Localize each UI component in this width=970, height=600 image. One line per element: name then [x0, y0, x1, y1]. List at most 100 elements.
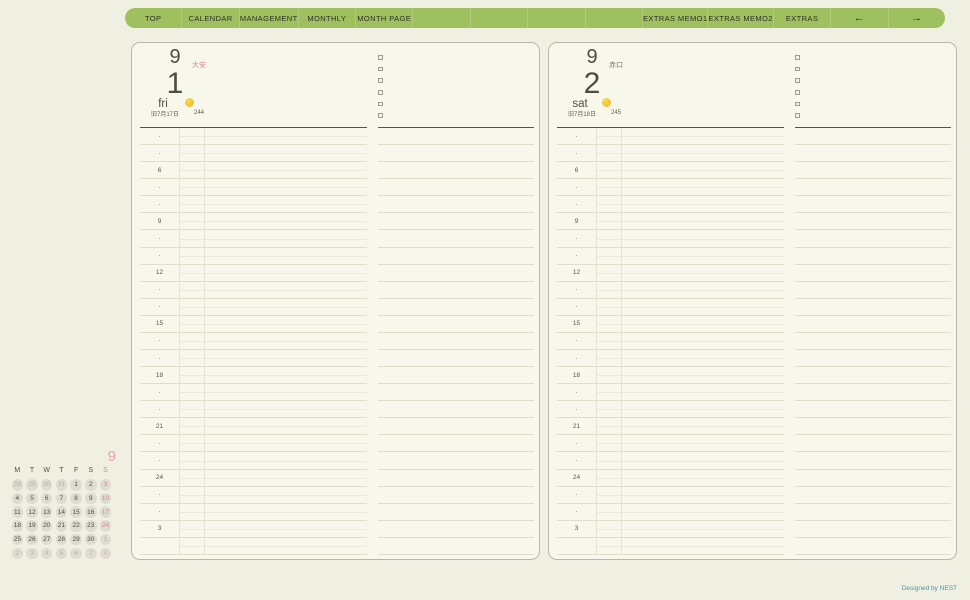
time-slot-row[interactable]: · — [140, 248, 367, 265]
note-line[interactable] — [378, 384, 534, 402]
calendar-day[interactable]: 11 — [11, 506, 24, 518]
nav-item-top[interactable]: TOP — [125, 8, 183, 28]
note-line[interactable] — [378, 299, 534, 316]
calendar-day[interactable]: 14 — [55, 506, 68, 518]
calendar-day[interactable]: 25 — [11, 533, 24, 546]
calendar-day[interactable]: 9 — [85, 492, 97, 505]
time-slot-row[interactable]: 9 — [140, 213, 367, 231]
note-line[interactable] — [795, 367, 951, 385]
note-line[interactable] — [795, 418, 951, 436]
time-slot-row[interactable]: · — [557, 248, 784, 265]
time-slot-row[interactable]: · — [140, 504, 367, 521]
time-slot-row[interactable]: · — [557, 179, 784, 197]
calendar-day[interactable]: 27 — [40, 533, 53, 546]
time-slot-row[interactable]: · — [557, 452, 784, 470]
note-line[interactable] — [795, 401, 951, 419]
time-slot-row[interactable]: · — [557, 435, 784, 453]
calendar-day[interactable]: 1 — [99, 533, 112, 546]
note-line[interactable] — [795, 487, 951, 504]
nav-arrow-next[interactable]: → — [889, 8, 945, 28]
time-slot-row[interactable]: 6 — [140, 162, 367, 180]
todo-checkbox[interactable] — [795, 101, 800, 107]
note-line[interactable] — [795, 333, 951, 351]
time-slot-row[interactable]: 24 — [557, 470, 784, 487]
time-slot-row[interactable]: · — [140, 452, 367, 470]
todo-checkbox[interactable] — [378, 90, 383, 95]
note-line[interactable] — [378, 248, 534, 265]
note-line[interactable] — [795, 248, 951, 265]
note-line[interactable] — [378, 538, 534, 555]
nav-item-extras[interactable]: EXTRAS — [774, 8, 832, 28]
time-slot-row[interactable]: · — [140, 179, 367, 197]
note-line[interactable] — [378, 333, 534, 351]
time-slot-row[interactable]: · — [140, 487, 367, 504]
time-slot-row[interactable]: · — [557, 230, 784, 248]
todo-checkbox[interactable] — [795, 113, 800, 118]
todo-checkbox[interactable] — [378, 113, 383, 118]
note-line[interactable] — [795, 282, 951, 299]
note-line[interactable] — [378, 350, 534, 368]
nav-item-monthly[interactable]: MONTHLY — [299, 8, 356, 28]
note-line[interactable] — [795, 435, 951, 453]
note-line[interactable] — [378, 487, 534, 504]
time-slot-row[interactable]: · — [557, 282, 784, 299]
note-line[interactable] — [378, 316, 534, 333]
calendar-day[interactable]: 18 — [11, 520, 24, 532]
note-line[interactable] — [795, 299, 951, 316]
calendar-day[interactable]: 29 — [70, 533, 82, 546]
calendar-day[interactable]: 31 — [55, 479, 68, 491]
calendar-day[interactable]: 28 — [55, 533, 68, 546]
calendar-day[interactable]: 5 — [26, 492, 38, 505]
note-line[interactable] — [378, 162, 534, 180]
calendar-day[interactable]: 8 — [99, 547, 112, 560]
calendar-day[interactable]: 15 — [70, 506, 82, 518]
note-line[interactable] — [378, 128, 534, 146]
note-line[interactable] — [378, 213, 534, 231]
time-slot-row[interactable]: · — [140, 128, 367, 146]
calendar-day[interactable]: 20 — [40, 520, 53, 532]
time-slot-row[interactable]: · — [557, 145, 784, 163]
note-line[interactable] — [795, 128, 951, 146]
time-slot-row[interactable]: 6 — [557, 162, 784, 180]
time-slot-row[interactable]: · — [557, 487, 784, 504]
note-line[interactable] — [378, 470, 534, 487]
time-slot-row[interactable]: 3 — [557, 521, 784, 538]
calendar-day[interactable]: 5 — [55, 547, 68, 560]
calendar-day[interactable]: 30 — [85, 533, 97, 546]
todo-checkbox[interactable] — [795, 78, 800, 83]
note-line[interactable] — [378, 452, 534, 470]
note-line[interactable] — [795, 196, 951, 214]
calendar-day[interactable]: 3 — [99, 479, 112, 491]
time-slot-row[interactable]: · — [140, 299, 367, 316]
note-line[interactable] — [378, 521, 534, 538]
note-line[interactable] — [795, 452, 951, 470]
note-line[interactable] — [378, 401, 534, 419]
note-line[interactable] — [378, 179, 534, 197]
calendar-day[interactable]: 7 — [85, 547, 97, 560]
time-slot-row[interactable]: · — [557, 333, 784, 351]
time-slot-row[interactable]: · — [557, 401, 784, 419]
calendar-day[interactable]: 30 — [40, 479, 53, 491]
note-line[interactable] — [795, 504, 951, 521]
time-slot-row[interactable]: 15 — [557, 316, 784, 333]
note-line[interactable] — [795, 162, 951, 180]
nav-item-extras-memo2[interactable]: EXTRAS MEMO2 — [708, 8, 774, 28]
calendar-day[interactable]: 19 — [26, 520, 38, 532]
calendar-day[interactable]: 1 — [70, 479, 82, 491]
calendar-day[interactable]: 2 — [85, 479, 97, 491]
calendar-day[interactable]: 4 — [11, 492, 24, 505]
time-slot-row[interactable]: · — [140, 333, 367, 351]
time-slot-row[interactable]: 21 — [557, 418, 784, 436]
calendar-day[interactable]: 7 — [55, 492, 68, 505]
time-slot-row[interactable]: · — [140, 282, 367, 299]
time-slot-row[interactable]: · — [557, 384, 784, 402]
note-line[interactable] — [378, 230, 534, 248]
note-line[interactable] — [378, 145, 534, 163]
calendar-day[interactable]: 6 — [70, 547, 82, 560]
todo-checkbox[interactable] — [795, 55, 800, 60]
note-line[interactable] — [795, 384, 951, 402]
time-slot-row[interactable]: · — [140, 145, 367, 163]
nav-item-management[interactable]: MANAGEMENT — [240, 8, 299, 28]
note-line[interactable] — [378, 367, 534, 385]
note-line[interactable] — [795, 316, 951, 333]
